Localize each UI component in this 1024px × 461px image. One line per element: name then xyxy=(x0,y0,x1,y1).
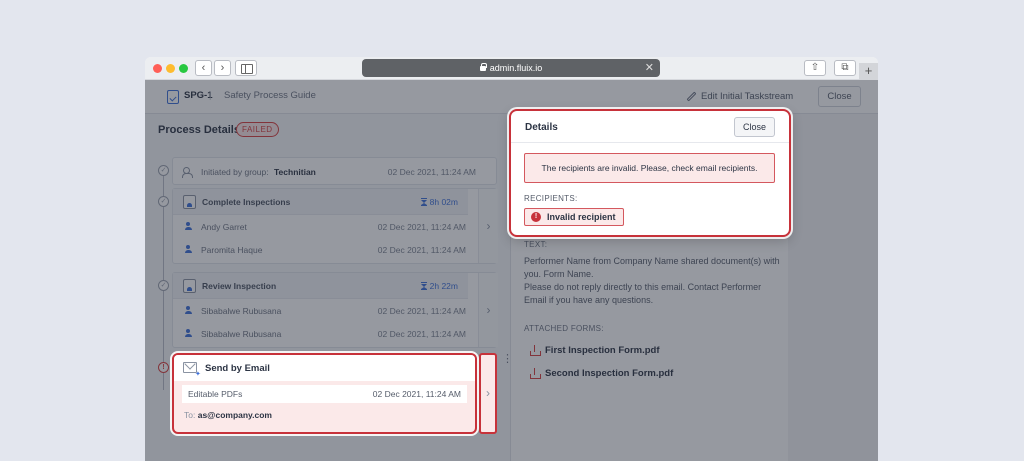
tabs-overview-icon[interactable]: ⧉ xyxy=(834,60,856,76)
dialog-close-button[interactable]: Close xyxy=(734,117,775,137)
dialog-title: Details xyxy=(525,122,558,133)
attachment-label: Editable PDFs xyxy=(188,389,243,399)
to-address: as@company.com xyxy=(197,410,272,420)
recipients-label: RECIPIENTS: xyxy=(524,194,578,203)
invalid-recipient-chip[interactable]: ! Invalid recipient xyxy=(524,208,624,226)
sidebar-toggle-icon[interactable] xyxy=(235,60,257,76)
browser-window: ‹ › admin.fluix.io ✕ ⇧ ⧉ + SPG-1 | Safet… xyxy=(145,57,878,461)
clear-url-icon[interactable]: ✕ xyxy=(645,59,654,77)
forward-button[interactable]: › xyxy=(214,60,231,76)
dialog-header: Details Close xyxy=(511,111,789,143)
minimize-window-button[interactable] xyxy=(166,64,175,73)
browser-toolbar: ‹ › admin.fluix.io ✕ ⇧ ⧉ + xyxy=(145,57,878,80)
url-text: admin.fluix.io xyxy=(489,63,543,73)
details-dialog: Details Close The recipients are invalid… xyxy=(509,109,791,237)
lock-icon xyxy=(479,63,487,71)
chevron-right-icon[interactable]: › xyxy=(479,353,497,434)
email-step-title: Send by Email xyxy=(205,363,270,374)
back-button[interactable]: ‹ xyxy=(195,60,212,76)
recipient-line: To: as@company.com xyxy=(184,410,272,420)
send-by-email-card[interactable]: ✦ Send by Email Editable PDFs 02 Dec 202… xyxy=(172,353,477,434)
sparkle-icon: ✦ xyxy=(195,371,201,378)
attachment-row: Editable PDFs 02 Dec 2021, 11:24 AM xyxy=(182,385,467,403)
warning-icon: ! xyxy=(531,212,541,222)
attachment-date: 02 Dec 2021, 11:24 AM xyxy=(372,389,461,399)
error-message: The recipients are invalid. Please, chec… xyxy=(524,153,775,183)
invalid-recipient-label: Invalid recipient xyxy=(547,212,616,222)
to-label: To: xyxy=(184,410,196,420)
share-icon[interactable]: ⇧ xyxy=(804,60,826,76)
email-step-header: ✦ Send by Email xyxy=(174,355,475,381)
maximize-window-button[interactable] xyxy=(179,64,188,73)
address-bar[interactable]: admin.fluix.io ✕ xyxy=(362,59,660,77)
new-tab-button[interactable]: + xyxy=(859,63,878,80)
close-window-button[interactable] xyxy=(153,64,162,73)
